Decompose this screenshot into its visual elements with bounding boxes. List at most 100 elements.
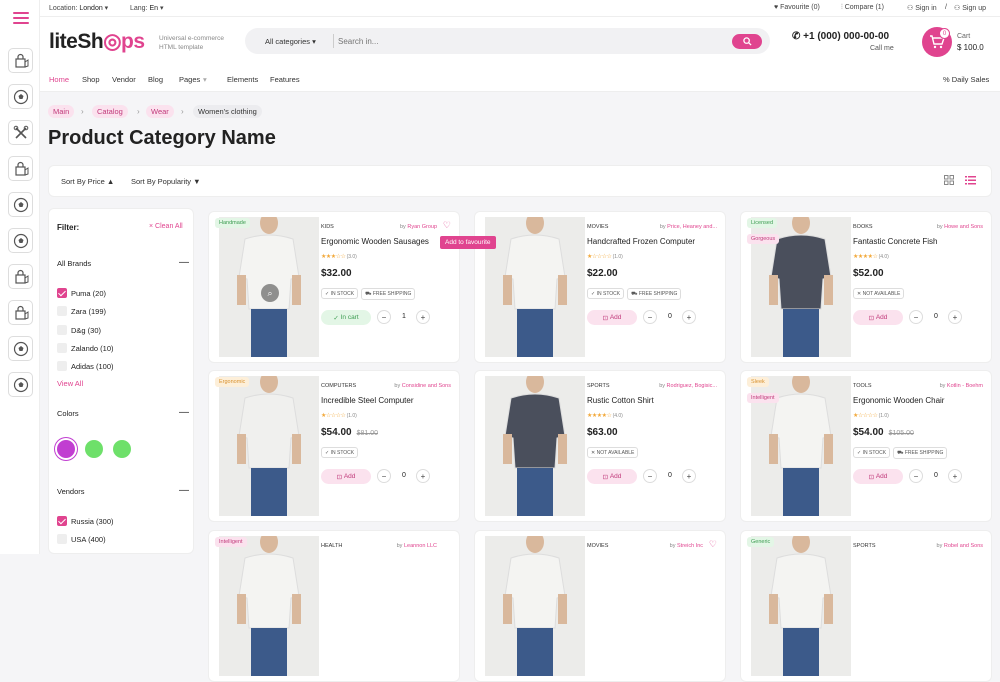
brand-checkbox[interactable]	[57, 342, 67, 353]
product-vendor-name[interactable]: Howe and Sons	[944, 224, 983, 230]
product-image[interactable]	[485, 536, 585, 676]
product-image[interactable]	[219, 376, 319, 516]
product-card[interactable]: Ergonomic COMPUTERS by Considine and Sons I…	[208, 370, 460, 522]
category-select[interactable]: All categories ▾	[265, 37, 316, 46]
qty-increase-button[interactable]: +	[416, 469, 430, 483]
product-name[interactable]: Incredible Steel Computer	[321, 396, 414, 405]
rail-category-button[interactable]	[8, 84, 33, 109]
favourite-link[interactable]: ♥ Favourite (0)	[774, 4, 820, 11]
rail-category-button[interactable]	[8, 372, 33, 397]
product-vendor-name[interactable]: Ryan Group	[407, 224, 437, 230]
colors-collapse-icon[interactable]: —	[179, 407, 189, 418]
rail-category-button[interactable]	[8, 264, 33, 289]
search-input[interactable]	[338, 33, 718, 49]
add-to-cart-button[interactable]: ⊡ Add	[321, 469, 371, 484]
compare-link[interactable]: ⫶ Compare (1)	[841, 4, 884, 12]
nav-features[interactable]: Features	[270, 75, 300, 84]
brands-collapse-icon[interactable]: —	[179, 257, 189, 268]
color-swatch[interactable]	[113, 440, 131, 458]
zoom-icon[interactable]: ⌕	[261, 284, 279, 302]
product-card[interactable]: MOVIES by Price, Heaney and... Handcrafted…	[474, 211, 726, 363]
breadcrumb-wear[interactable]: Wear	[146, 105, 174, 118]
nav-pages[interactable]: Pages	[179, 75, 200, 84]
product-name[interactable]: Fantastic Concrete Fish	[853, 237, 937, 246]
product-card[interactable]: Generic SPORTS by Robel and Sons	[740, 530, 992, 682]
nav-vendor[interactable]: Vendor	[112, 75, 136, 84]
logo[interactable]: liteSh◎ps	[49, 29, 145, 54]
product-card[interactable]: SPORTS by Rodriguez, Bogisic... Rustic Cot…	[474, 370, 726, 522]
breadcrumb-catalog[interactable]: Catalog	[92, 105, 128, 118]
product-vendor-name[interactable]: Leannon LLC	[404, 543, 437, 549]
qty-increase-button[interactable]: +	[948, 469, 962, 483]
product-vendor-name[interactable]: Robel and Sons	[944, 543, 983, 549]
nav-blog[interactable]: Blog	[148, 75, 163, 84]
rail-category-button[interactable]	[8, 300, 33, 325]
product-card[interactable]: MOVIES by Streich Inc ♡	[474, 530, 726, 682]
rail-category-button[interactable]	[8, 48, 33, 73]
add-to-cart-button[interactable]: ⊡ Add	[587, 310, 637, 325]
product-vendor-name[interactable]: Rodriguez, Bogisic...	[667, 383, 717, 389]
add-to-cart-button[interactable]: ✓ In cart	[321, 310, 371, 325]
sort-by-price[interactable]: Sort By Price ▲	[61, 177, 114, 186]
qty-decrease-button[interactable]: −	[643, 469, 657, 483]
product-card[interactable]: ⌕ Handmade KIDS by Ryan Group ♡ Ergonomic Woo…	[208, 211, 460, 363]
rail-category-button[interactable]	[8, 336, 33, 361]
qty-decrease-button[interactable]: −	[643, 310, 657, 324]
call-me-link[interactable]: Call me	[870, 45, 894, 52]
brand-checkbox[interactable]	[57, 288, 67, 298]
qty-increase-button[interactable]: +	[682, 469, 696, 483]
menu-icon[interactable]	[13, 12, 29, 24]
product-name[interactable]: Ergonomic Wooden Chair	[853, 396, 944, 405]
vendor-checkbox[interactable]	[57, 534, 67, 545]
brand-checkbox[interactable]	[57, 361, 67, 372]
color-swatch[interactable]	[57, 440, 75, 458]
add-to-cart-button[interactable]: ⊡ Add	[853, 469, 903, 484]
product-vendor-name[interactable]: Considine and Sons	[402, 383, 451, 389]
qty-decrease-button[interactable]: −	[377, 310, 391, 324]
product-vendor-name[interactable]: Streich Inc	[677, 543, 703, 549]
nav-shop[interactable]: Shop	[82, 75, 100, 84]
heart-icon[interactable]: ♡	[443, 220, 451, 231]
product-image[interactable]	[219, 536, 319, 676]
clear-all-link[interactable]: × Clean All	[149, 223, 183, 230]
list-view-icon[interactable]	[965, 175, 976, 187]
sign-in-link[interactable]: ⚇ Sign in	[907, 4, 937, 12]
rail-category-button[interactable]	[8, 228, 33, 253]
rail-category-button[interactable]	[8, 120, 33, 145]
nav-home[interactable]: Home	[49, 75, 69, 84]
rail-category-button[interactable]	[8, 156, 33, 181]
daily-sales-link[interactable]: % Daily Sales	[943, 75, 989, 84]
product-vendor-name[interactable]: Kotlin - Boehm	[947, 383, 983, 389]
brand-checkbox[interactable]	[57, 324, 67, 335]
qty-increase-button[interactable]: +	[948, 310, 962, 324]
product-name[interactable]: Handcrafted Frozen Computer	[587, 237, 695, 246]
product-image[interactable]	[751, 536, 851, 676]
qty-decrease-button[interactable]: −	[909, 310, 923, 324]
product-card[interactable]: Intelligent HEALTH by Leannon LLC	[208, 530, 460, 682]
rail-category-button[interactable]	[8, 192, 33, 217]
product-vendor-name[interactable]: Price, Heaney and...	[667, 224, 717, 230]
product-image[interactable]	[485, 376, 585, 516]
product-card[interactable]: Licensed Gorgeous BOOKS by Howe and Sons Fan…	[740, 211, 992, 363]
product-name[interactable]: Rustic Cotton Shirt	[587, 396, 654, 405]
nav-elements[interactable]: Elements	[227, 75, 258, 84]
qty-increase-button[interactable]: +	[682, 310, 696, 324]
add-to-cart-button[interactable]: ⊡ Add	[853, 310, 903, 325]
color-swatch[interactable]	[85, 440, 103, 458]
sign-up-link[interactable]: ⚇ Sign up	[954, 4, 986, 12]
grid-view-icon[interactable]	[944, 175, 954, 187]
sort-by-popularity[interactable]: Sort By Popularity ▼	[131, 177, 201, 186]
view-all-brands-link[interactable]: View All	[57, 379, 83, 388]
brand-checkbox[interactable]	[57, 306, 67, 317]
search-button[interactable]	[732, 34, 762, 49]
qty-increase-button[interactable]: +	[416, 310, 430, 324]
phone-number[interactable]: ✆ +1 (000) 000-00-00	[792, 31, 889, 42]
heart-icon[interactable]: ♡	[709, 539, 717, 550]
product-card[interactable]: Sleek Intelligent TOOLS by Kotlin - Boehm Er…	[740, 370, 992, 522]
product-name[interactable]: Ergonomic Wooden Sausages	[321, 237, 429, 246]
qty-decrease-button[interactable]: −	[377, 469, 391, 483]
product-image[interactable]	[485, 217, 585, 357]
vendors-collapse-icon[interactable]: —	[179, 485, 189, 496]
vendor-checkbox[interactable]	[57, 516, 67, 526]
location-selector[interactable]: Location: London ▾	[49, 4, 108, 12]
